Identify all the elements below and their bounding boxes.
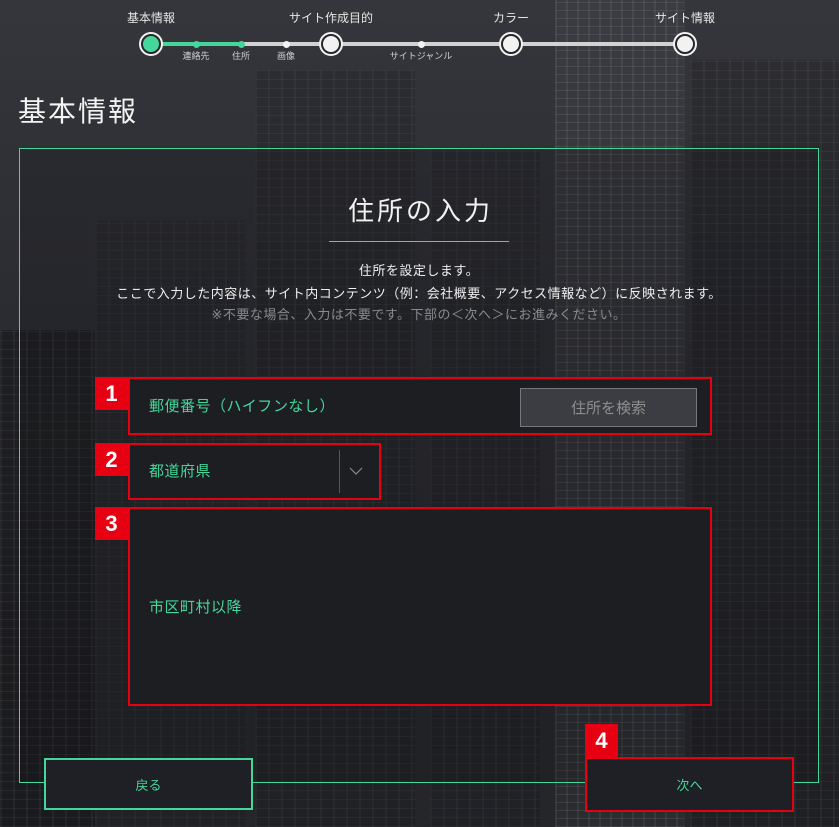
annotation-label: 4: [585, 724, 618, 757]
step-marker: [673, 32, 697, 56]
page-title: 基本情報: [18, 95, 139, 128]
chevron-down-icon: [349, 467, 363, 475]
step-marker-dot: [677, 36, 693, 52]
card-description-line: 住所を設定します。: [358, 264, 480, 279]
search-address-button[interactable]: 住所を検索: [520, 388, 697, 427]
prefecture-select[interactable]: 都道府県: [128, 443, 381, 500]
card-description-line: ここで入力した内容は、サイト内コンテンツ（例：会社概要、アクセス情報など）に反映…: [116, 287, 722, 302]
select-divider: [339, 450, 340, 493]
step-marker: [499, 32, 523, 56]
postal-code-field: 住所を検索: [128, 377, 712, 435]
next-button[interactable]: 次へ: [585, 757, 794, 812]
back-button[interactable]: 戻る: [44, 758, 253, 810]
title-underline: [329, 241, 509, 242]
prefecture-select-value: 都道府県: [149, 462, 212, 480]
substep-dot: [417, 40, 425, 48]
address-input[interactable]: [128, 507, 712, 706]
step-label: カラー: [492, 11, 529, 25]
substep-label: 画像: [276, 52, 295, 62]
substep-dot: [282, 40, 290, 48]
step-marker-dot: [503, 36, 519, 52]
substep-site-genre: サイトジャンル: [381, 0, 461, 66]
address-field: [128, 507, 712, 706]
annotation-label: 1: [95, 377, 128, 410]
substep-dot: [192, 40, 200, 48]
annotation-label: 3: [95, 507, 128, 540]
progress-stepper: 基本情報 サイト作成目的 カラー サイト情報 連絡先 住所 画像 サイトジャンル: [0, 0, 839, 70]
card-note: ※不要な場合、入力は不要です。下部の＜次へ＞にお進みください。: [211, 308, 627, 323]
step-site-info: サイト情報: [625, 0, 745, 60]
substep-label: サイトジャンル: [389, 52, 453, 62]
step-label: サイト情報: [654, 11, 715, 25]
annotation-label: 2: [95, 443, 128, 476]
card-title: 住所の入力: [347, 197, 493, 227]
substep-image: 画像: [246, 0, 326, 66]
substep-dot: [237, 40, 245, 48]
step-color: カラー: [451, 0, 571, 60]
postal-code-input[interactable]: [128, 377, 508, 435]
